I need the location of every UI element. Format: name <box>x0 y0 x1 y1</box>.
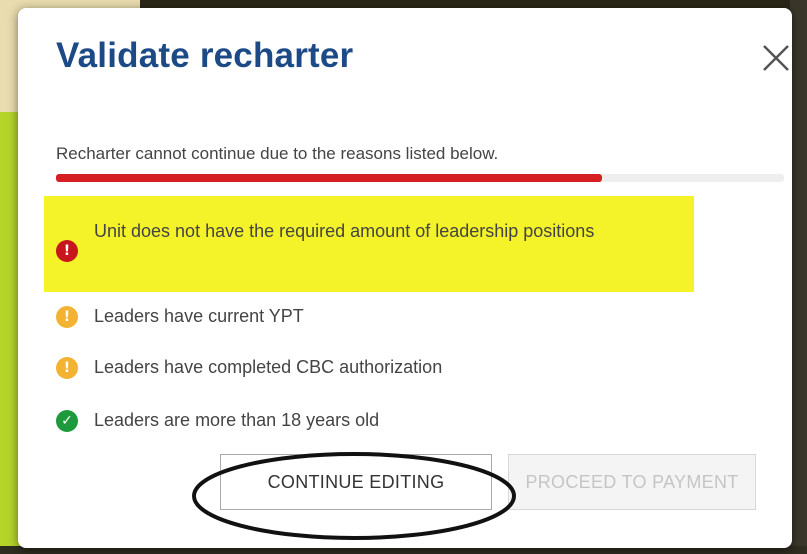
check-icon: ✓ <box>56 410 78 432</box>
background-edge-right <box>790 0 807 554</box>
warning-icon: ! <box>56 306 78 328</box>
dialog-title: Validate recharter <box>56 36 354 75</box>
validation-item-text: Leaders have completed CBC authorization <box>94 357 443 377</box>
validation-item-age: ✓ Leaders are more than 18 years old <box>56 410 379 432</box>
close-icon <box>763 45 789 71</box>
error-icon: ! <box>56 240 78 262</box>
validate-recharter-dialog: Validate recharter Recharter cannot cont… <box>18 8 792 548</box>
validation-item-cbc: ! Leaders have completed CBC authorizati… <box>56 357 442 379</box>
proceed-to-payment-button[interactable]: PROCEED TO PAYMENT <box>508 454 756 510</box>
validation-progress-bar <box>56 174 784 182</box>
dialog-subtitle: Recharter cannot continue due to the rea… <box>56 144 499 163</box>
warning-icon: ! <box>56 357 78 379</box>
validation-item-text: Leaders are more than 18 years old <box>94 410 380 430</box>
validation-item-leadership: ! Unit does not have the required amount… <box>56 216 616 262</box>
validation-item-ypt: ! Leaders have current YPT <box>56 306 304 328</box>
continue-editing-button[interactable]: CONTINUE EDITING <box>220 454 492 510</box>
validation-item-text: Unit does not have the required amount o… <box>94 221 595 241</box>
validation-item-text: Leaders have current YPT <box>94 306 304 326</box>
close-button[interactable] <box>756 38 796 78</box>
validation-progress-fill <box>56 174 602 182</box>
